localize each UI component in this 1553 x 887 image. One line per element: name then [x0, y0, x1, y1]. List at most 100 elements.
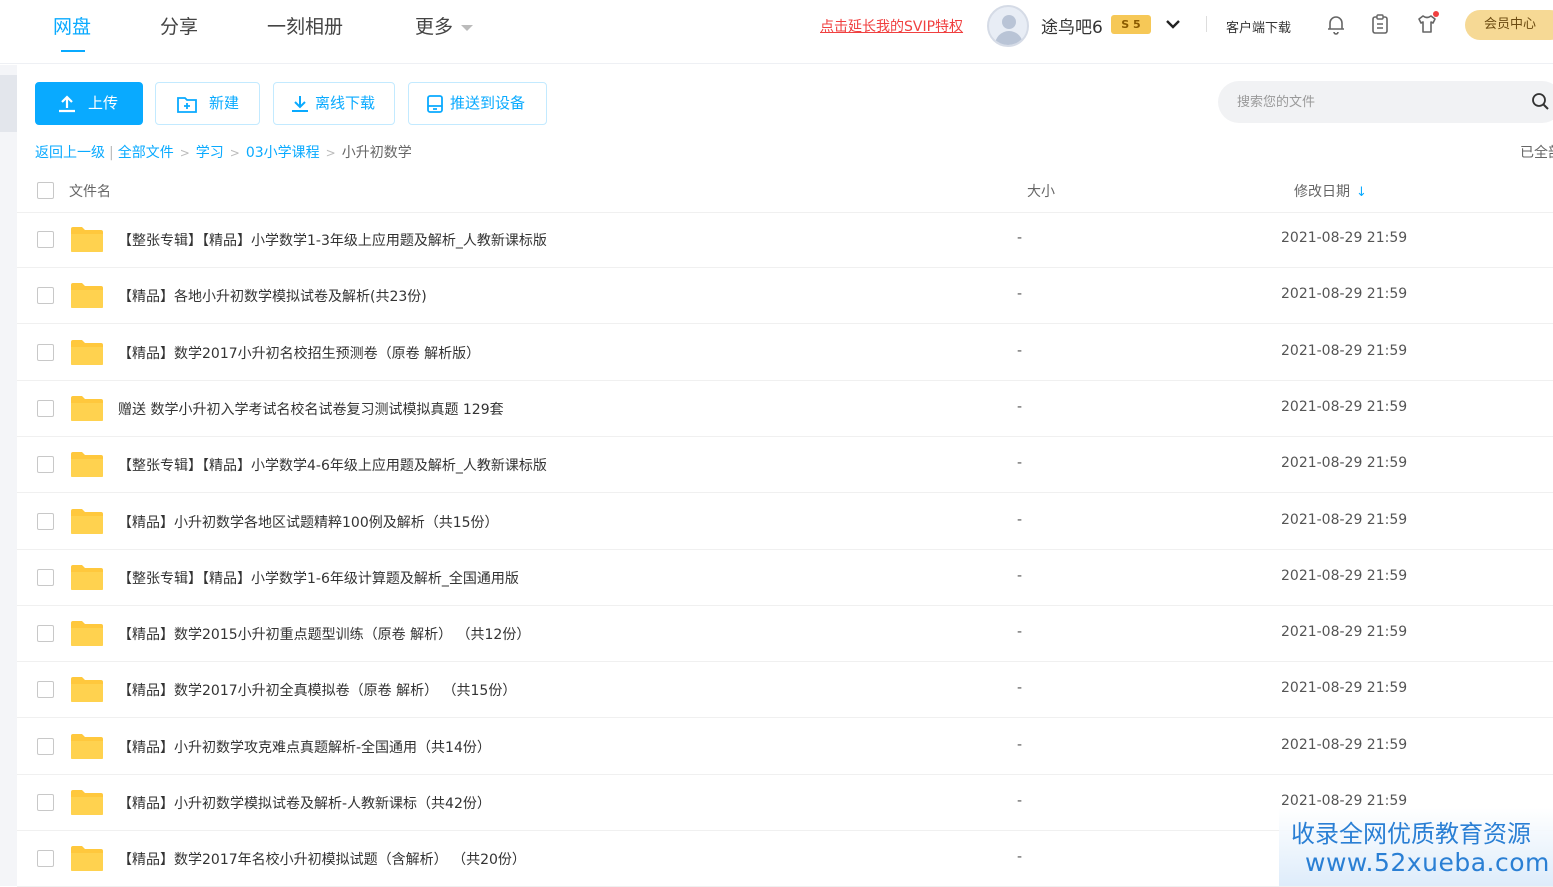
new-label: 新建 — [209, 94, 240, 112]
folder-icon — [71, 677, 103, 703]
clipboard-icon[interactable] — [1369, 13, 1391, 35]
client-download-link[interactable]: 客户端下载 — [1226, 17, 1291, 36]
tab-netdisk[interactable]: 网盘 — [53, 12, 91, 39]
file-name[interactable]: 【整张专辑】【精品】小学数学4-6年级上应用题及解析_人教新课标版 — [118, 455, 547, 475]
username[interactable]: 途鸟吧6 — [1041, 13, 1103, 38]
top-nav-bar: 网盘 分享 一刻相册 更多 点击延长我的SVIP特权 途鸟吧6 S 5 客户端下… — [0, 0, 1553, 64]
avatar[interactable] — [987, 5, 1029, 47]
row-checkbox[interactable] — [37, 287, 54, 305]
breadcrumb-item-primary-courses[interactable]: 03小学课程 — [246, 145, 320, 161]
folder-icon — [71, 452, 103, 478]
file-name[interactable]: 【整张专辑】【精品】小学数学1-6年级计算题及解析_全国通用版 — [118, 568, 519, 588]
new-folder-button[interactable]: 新建 — [155, 82, 260, 125]
push-to-device-button[interactable]: 推送到设备 — [408, 82, 547, 125]
avatar-head-shape — [1002, 15, 1016, 29]
row-checkbox[interactable] — [37, 343, 54, 361]
tab-more-label: 更多 — [415, 16, 454, 38]
upload-label: 上传 — [88, 94, 119, 112]
table-row[interactable]: 【整张专辑】【精品】小学数学1-3年级上应用题及解析_人教新课标版 - 2021-0… — [17, 212, 1553, 268]
row-checkbox[interactable] — [37, 737, 54, 755]
row-checkbox[interactable] — [37, 681, 54, 699]
file-name[interactable]: 【精品】小升初数学攻克难点真题解析-全国通用（共14份） — [118, 737, 491, 757]
row-checkbox[interactable] — [37, 568, 54, 586]
file-name[interactable]: 【精品】数学2017年名校小升初模拟试题（含解析） （共20份） — [118, 849, 526, 869]
breadcrumb-arrow: > — [179, 146, 190, 160]
file-name[interactable]: 【精品】数学2015小升初重点题型训练（原卷 解析） （共12份） — [118, 624, 530, 644]
left-sidebar-active[interactable] — [0, 75, 17, 132]
chevron-down-icon[interactable] — [1165, 14, 1181, 35]
file-name[interactable]: 【精品】各地小升初数学模拟试卷及解析(共23份) — [118, 286, 427, 306]
member-center-button[interactable]: 会员中心 — [1465, 10, 1553, 40]
notification-dot — [1433, 11, 1439, 17]
file-name[interactable]: 【精品】数学2017小升初全真模拟卷（原卷 解析） （共15份） — [118, 680, 516, 700]
caret-down-icon — [461, 24, 474, 31]
upload-button[interactable]: 上传 — [35, 82, 143, 125]
column-header-modified[interactable]: 修改日期 ↓ — [1294, 181, 1367, 201]
table-row[interactable]: 【精品】数学2017小升初全真模拟卷（原卷 解析） （共15份） - 2021-08… — [17, 662, 1553, 719]
upload-icon — [59, 95, 75, 113]
row-checkbox[interactable] — [37, 231, 54, 248]
table-row[interactable]: 【精品】小升初数学各地区试题精粹100例及解析（共15份） - 2021-08-29… — [17, 494, 1553, 550]
folder-icon — [71, 733, 103, 759]
folder-icon — [71, 790, 103, 815]
file-name[interactable]: 【精品】数学2017小升初名校招生预测卷（原卷 解析版） — [118, 343, 480, 363]
file-size: - — [1017, 511, 1023, 528]
file-modified-date: 2021-08-29 21:59 — [1281, 624, 1408, 641]
file-modified-date: 2021-08-29 21:59 — [1281, 342, 1408, 359]
breadcrumb-item-study[interactable]: 学习 — [196, 145, 224, 161]
file-size: - — [1017, 286, 1023, 303]
new-folder-icon — [177, 97, 197, 113]
file-modified-date: 2021-08-29 21:59 — [1281, 567, 1408, 584]
select-all-checkbox[interactable] — [37, 182, 54, 199]
file-name[interactable]: 【精品】小升初数学各地区试题精粹100例及解析（共15份） — [118, 512, 499, 532]
breadcrumb-arrow: > — [229, 146, 240, 160]
offline-download-button[interactable]: 离线下载 — [273, 82, 395, 125]
file-name[interactable]: 【精品】小升初数学模拟试卷及解析-人教新课标（共42份） — [118, 793, 491, 813]
tab-more[interactable]: 更多 — [415, 12, 474, 39]
table-row[interactable]: 【精品】小升初数学攻克难点真题解析-全国通用（共14份） - 2021-08-29 … — [17, 719, 1553, 775]
table-row[interactable]: 【精品】数学2015小升初重点题型训练（原卷 解析） （共12份） - 2021-0… — [17, 606, 1553, 663]
table-row[interactable]: 【整张专辑】【精品】小学数学4-6年级上应用题及解析_人教新课标版 - 2021-0… — [17, 437, 1553, 494]
svip-extend-link[interactable]: 点击延长我的SVIP特权 — [820, 16, 963, 36]
table-row[interactable]: 赠送 数学小升初入学考试名校名试卷复习测试模拟真题 129套 - 2021-08-2… — [17, 381, 1553, 437]
table-header: 文件名 大小 修改日期 ↓ — [17, 168, 1553, 213]
column-header-size[interactable]: 大小 — [1027, 181, 1055, 201]
watermark-text: 收录全网优质教育资源 — [1291, 820, 1531, 848]
row-checkbox[interactable] — [37, 794, 54, 811]
file-size: - — [1017, 849, 1023, 866]
breadcrumb: 返回上一级 | 全部文件 > 学习 >03小学课程 > 小升初数学 — [35, 142, 412, 162]
svip-level-badge: S 5 — [1111, 15, 1151, 34]
folder-icon — [71, 395, 103, 421]
breadcrumb-back[interactable]: 返回上一级 — [35, 145, 105, 161]
avatar-body-shape — [995, 31, 1023, 45]
file-size: - — [1017, 793, 1023, 809]
breadcrumb-all-files[interactable]: 全部文件 — [118, 145, 174, 161]
row-checkbox[interactable] — [37, 850, 54, 868]
file-size: - — [1017, 736, 1023, 753]
table-row[interactable]: 【精品】各地小升初数学模拟试卷及解析(共23份) - 2021-08-29 21:5… — [17, 268, 1553, 325]
column-header-name[interactable]: 文件名 — [69, 181, 111, 201]
table-row[interactable]: 【整张专辑】【精品】小学数学1-6年级计算题及解析_全国通用版 - 2021-08-… — [17, 550, 1553, 606]
folder-icon — [71, 227, 103, 252]
file-modified-date: 2021-08-29 21:59 — [1281, 286, 1408, 303]
file-modified-date: 2021-08-29 21:59 — [1281, 680, 1408, 697]
tab-album[interactable]: 一刻相册 — [267, 12, 343, 39]
row-checkbox[interactable] — [37, 625, 54, 643]
folder-icon — [71, 621, 103, 647]
download-icon — [292, 96, 308, 112]
search-icon[interactable] — [1531, 92, 1551, 116]
breadcrumb-separator: | — [109, 145, 114, 161]
row-checkbox[interactable] — [37, 399, 54, 417]
divider — [1206, 16, 1207, 32]
tab-share[interactable]: 分享 — [160, 12, 198, 39]
file-name[interactable]: 【整张专辑】【精品】小学数学1-3年级上应用题及解析_人教新课标版 — [118, 230, 547, 250]
file-modified-date: 2021-08-29 21:59 — [1281, 455, 1408, 472]
row-checkbox[interactable] — [37, 512, 54, 530]
left-sidebar-edge — [0, 65, 17, 886]
row-checkbox[interactable] — [37, 456, 54, 474]
table-row[interactable]: 【精品】数学2017小升初名校招生预测卷（原卷 解析版） - 2021-08-29 … — [17, 325, 1553, 381]
search-input[interactable] — [1218, 81, 1553, 123]
file-name[interactable]: 赠送 数学小升初入学考试名校名试卷复习测试模拟真题 129套 — [118, 399, 504, 419]
bell-icon[interactable] — [1325, 13, 1347, 35]
file-size: - — [1017, 342, 1023, 359]
